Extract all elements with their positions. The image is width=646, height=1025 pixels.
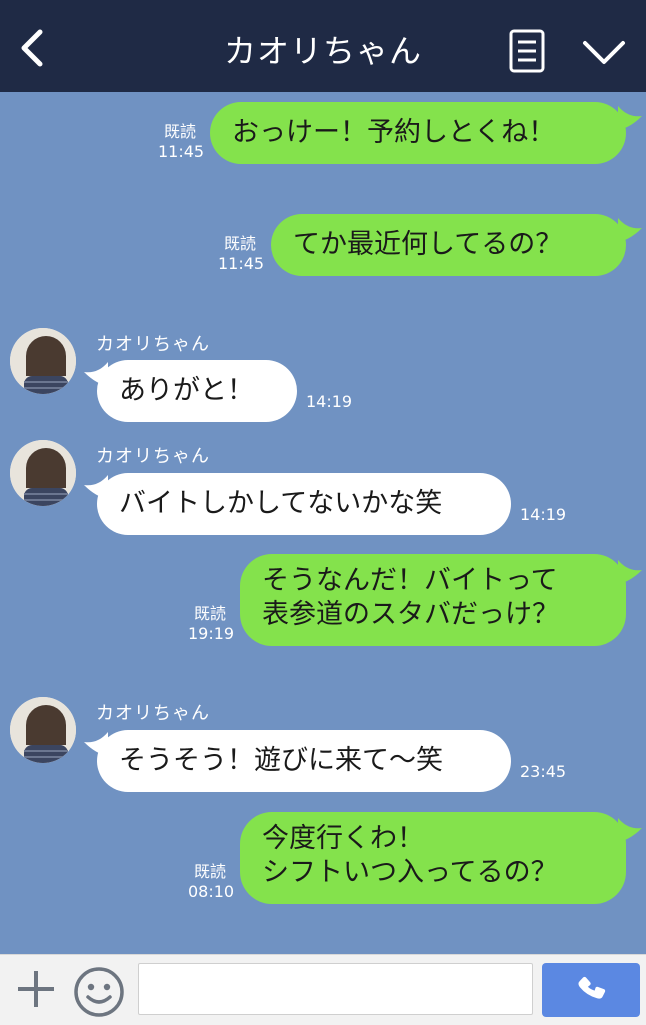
message-text-line: 今度行くわ！ [262,823,424,854]
message-text-line: そうなんだ！バイトって [262,565,558,596]
read-receipt: 既読 19:19 [188,604,235,643]
message-time: 23:45 [520,762,567,781]
sender-name: カオリちゃん [96,446,210,467]
avatar[interactable] [10,697,76,763]
message-text: ありがと！ [119,375,254,406]
avatar[interactable] [10,440,76,506]
message-text: おっけー！予約しとくね！ [232,117,556,148]
message-input[interactable] [138,963,533,1015]
message-time: 14:19 [520,505,567,524]
read-receipt: 既読 11:45 [158,122,205,161]
bubble-tail [618,218,642,242]
incoming-message[interactable]: バイトしかしてないかな笑 [97,473,511,535]
bubble-tail [618,560,642,584]
outgoing-message[interactable]: そうなんだ！バイトって 表参道のスタバだっけ？ [240,554,626,646]
input-bar [0,954,646,1025]
chevron-down-icon[interactable] [580,34,628,70]
message-time: 14:19 [306,392,353,411]
chat-title: カオリちゃん [223,32,422,70]
message-text: バイトしかしてないかな笑 [119,488,443,519]
outgoing-message[interactable]: てか最近何してるの？ [271,214,626,276]
notes-icon[interactable] [508,28,548,74]
plus-icon[interactable] [14,967,58,1011]
outgoing-message[interactable]: 今度行くわ！ シフトいつ入ってるの？ [240,812,626,904]
phone-icon [578,976,606,999]
sender-name: カオリちゃん [96,334,210,355]
outgoing-message[interactable]: おっけー！予約しとくね！ [210,102,626,164]
emoji-icon[interactable] [72,965,126,1019]
message-text-line: シフトいつ入ってるの？ [262,857,558,888]
read-receipt: 既読 08:10 [188,862,235,901]
incoming-message[interactable]: そうそう！遊びに来て〜笑 [97,730,511,792]
read-receipt: 既読 11:45 [218,234,265,273]
message-text: てか最近何してるの？ [293,229,563,260]
message-text: そうそう！遊びに来て〜笑 [119,745,443,776]
message-text-line: 表参道のスタバだっけ？ [262,599,559,630]
bubble-tail [618,818,642,842]
message-list[interactable]: 既読 11:45 おっけー！予約しとくね！ 既読 11:45 てか最近何してるの？ … [0,92,646,954]
avatar[interactable] [10,328,76,394]
call-button[interactable] [542,963,640,1017]
sender-name: カオリちゃん [96,703,210,724]
incoming-message[interactable]: ありがと！ [97,360,297,422]
bubble-tail [618,106,642,130]
chat-header: カオリちゃん [0,0,646,92]
